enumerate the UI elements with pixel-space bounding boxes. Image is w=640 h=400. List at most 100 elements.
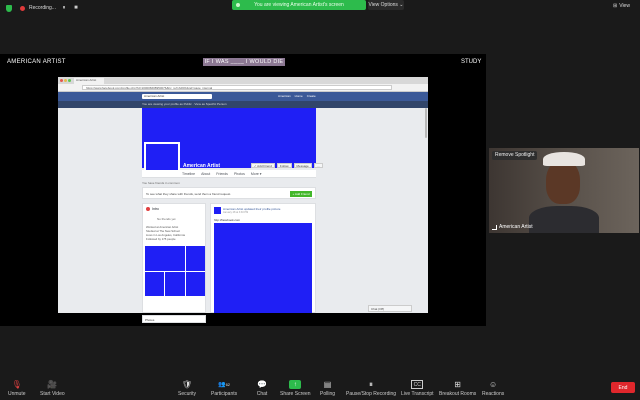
- browser-window: American Artist https://www.facebook.com…: [58, 77, 428, 323]
- intro-item: Followed by 175 people: [146, 237, 176, 241]
- tab-more[interactable]: More ▾: [251, 172, 262, 176]
- view-button-label: View: [619, 3, 630, 9]
- status-dot-icon: [236, 3, 240, 7]
- pause-recording-icon[interactable]: ⏸: [60, 4, 68, 12]
- shield-icon[interactable]: [6, 4, 12, 12]
- post-text: http://facebook.com: [214, 218, 241, 222]
- more-options-button[interactable]: ···: [313, 163, 323, 168]
- participants-label: Participants: [211, 391, 238, 397]
- participant-body: [529, 206, 599, 233]
- post-image[interactable]: [214, 223, 312, 313]
- cover-buttons: ✓ Add Friend Follow Message ···: [251, 163, 323, 168]
- security-label: Security: [178, 391, 197, 397]
- tab-timeline[interactable]: Timeline: [182, 172, 195, 176]
- profile-tabs: Timeline About Friends Photos More ▾: [142, 170, 316, 178]
- pause-stop-icon: ⏸: [369, 379, 374, 389]
- reactions-icon: ☺: [489, 380, 498, 389]
- participant-cap: [543, 152, 585, 166]
- intro-subtitle: No friends yet: [157, 217, 176, 221]
- viewing-screen-banner: You are viewing American Artist's screen: [232, 0, 366, 10]
- follow-button[interactable]: Follow: [276, 163, 292, 168]
- meeting-toolbar: 🎙 Unmute 🎥 Start Video 🛡 Security 👥 62 Pa…: [0, 376, 640, 400]
- photos-section-header[interactable]: Photos: [142, 315, 206, 323]
- polling-button[interactable]: ▤ Polling: [320, 380, 335, 397]
- browser-scrollbar[interactable]: [425, 108, 427, 138]
- globe-icon: [146, 207, 150, 211]
- view-button[interactable]: ⊞ View: [613, 3, 630, 9]
- participant-video[interactable]: Remove Spotlight American Artist: [489, 148, 639, 233]
- chat-label: Chat: [256, 391, 268, 397]
- start-video-button[interactable]: 🎥 Start Video: [40, 380, 65, 397]
- post-avatar[interactable]: [214, 207, 221, 214]
- photo-thumbnail[interactable]: [185, 246, 205, 271]
- nav-link-create[interactable]: Create: [307, 94, 316, 98]
- cc-icon: CC: [411, 380, 424, 389]
- participant-head: [546, 160, 580, 204]
- participant-name-tag: American Artist: [492, 224, 533, 230]
- photo-thumbnail[interactable]: [145, 271, 165, 296]
- security-button[interactable]: 🛡 Security: [178, 380, 196, 397]
- participants-button[interactable]: 👥 62 Participants: [211, 380, 237, 397]
- view-grid-icon: ⊞: [613, 3, 618, 9]
- mic-muted-icon: 🎙: [11, 380, 22, 389]
- shared-screen-header: AMERICAN ARTIST IF I WAS ____ I WOULD DI…: [0, 54, 486, 70]
- share-screen-button[interactable]: ↑ Share Screen: [280, 380, 311, 397]
- viewing-banner-text: You are viewing American Artist's screen: [254, 2, 344, 8]
- header-right-text: STUDY: [461, 59, 482, 65]
- polling-icon: ▤: [323, 380, 332, 389]
- share-screen-icon: ↑: [289, 380, 302, 389]
- view-as-text: You are viewing your profile as Public ·…: [142, 102, 227, 106]
- recording-label: Recording...: [29, 5, 56, 11]
- view-as-bar: You are viewing your profile as Public ·…: [58, 101, 428, 108]
- tab-about[interactable]: About: [201, 172, 210, 176]
- chat-icon: 💬: [257, 380, 267, 389]
- friend-request-box: To see what they share with friends, sen…: [142, 187, 316, 199]
- unmute-button[interactable]: 🎙 Unmute: [8, 380, 26, 397]
- remove-spotlight-button[interactable]: Remove Spotlight: [492, 151, 538, 160]
- tab-friends[interactable]: Friends: [216, 172, 228, 176]
- facebook-search-input[interactable]: American Artist: [142, 94, 212, 99]
- end-meeting-button[interactable]: End: [611, 382, 635, 393]
- photo-thumbnail[interactable]: [145, 246, 185, 271]
- window-controls[interactable]: [60, 79, 71, 82]
- live-transcript-button[interactable]: CC Live Transcript: [401, 380, 434, 397]
- intro-title: Intro: [152, 207, 160, 211]
- facebook-profile-page: American Artist ✓ Add Friend Follow Mess…: [58, 108, 428, 323]
- tab-photos[interactable]: Photos: [234, 172, 245, 176]
- record-dot-icon: [20, 5, 25, 11]
- video-off-icon: 🎥: [47, 380, 58, 389]
- pause-stop-label: Pause/Stop Recording: [346, 391, 397, 397]
- facebook-nav-links: American Home Create: [278, 94, 316, 98]
- pause-stop-recording-button[interactable]: ⏸ Pause/Stop Recording: [346, 379, 397, 398]
- add-friend-button[interactable]: + Add Friend: [290, 191, 312, 197]
- add-friend-cover-button[interactable]: ✓ Add Friend: [251, 163, 275, 168]
- breakout-rooms-label: Breakout Rooms: [439, 391, 477, 397]
- security-icon: 🛡: [181, 380, 193, 389]
- stop-recording-icon[interactable]: ■: [72, 4, 80, 12]
- recording-indicator: Recording... ⏸ ■: [6, 3, 80, 13]
- post-timestamp[interactable]: January 28 at 3:30 PM: [223, 211, 248, 214]
- reactions-button[interactable]: ☺ Reactions: [482, 380, 504, 397]
- friend-request-text: To see what they share with friends, sen…: [146, 192, 232, 196]
- nav-link-profile[interactable]: American: [278, 94, 291, 98]
- url-input[interactable]: https://www.facebook.com/profile.php?id=…: [82, 85, 392, 90]
- address-bar: https://www.facebook.com/profile.php?id=…: [58, 84, 428, 92]
- nav-link-home[interactable]: Home: [295, 94, 303, 98]
- reactions-label: Reactions: [482, 391, 505, 397]
- breakout-rooms-icon: ⊞: [454, 380, 461, 389]
- profile-name[interactable]: American Artist: [183, 163, 220, 169]
- breakout-rooms-button[interactable]: ⊞ Breakout Rooms: [439, 380, 476, 397]
- share-screen-label: Share Screen: [280, 391, 311, 397]
- view-options-button[interactable]: View Options ⌄: [368, 0, 404, 10]
- photo-grid: [145, 246, 205, 296]
- header-left-text: AMERICAN ARTIST: [7, 59, 66, 65]
- message-button[interactable]: Message: [293, 163, 312, 168]
- live-transcript-label: Live Transcript: [401, 391, 434, 397]
- chat-button[interactable]: 💬 Chat: [256, 380, 268, 397]
- participant-count: 62: [225, 382, 231, 387]
- participants-icon: 👥 62: [218, 382, 231, 388]
- photo-thumbnail[interactable]: [165, 271, 185, 296]
- chat-chip[interactable]: Chat (Off): [368, 305, 412, 312]
- polling-label: Polling: [320, 391, 336, 397]
- photo-thumbnail[interactable]: [185, 271, 205, 296]
